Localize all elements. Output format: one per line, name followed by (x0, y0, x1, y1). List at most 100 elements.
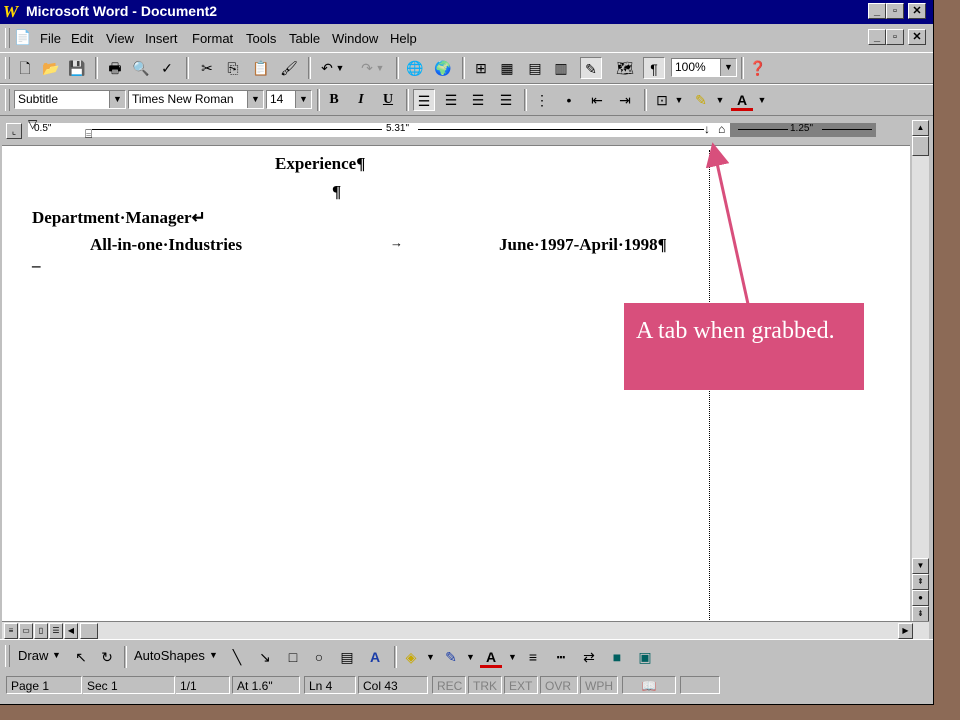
zoom-select[interactable]: 100% ▼ (671, 58, 737, 77)
style-select[interactable]: Subtitle ▼ (14, 90, 126, 109)
right-indent-icon[interactable]: ⌂ (718, 122, 725, 136)
line-color-icon[interactable]: ✎ (440, 646, 462, 668)
chevron-down-icon[interactable]: ▼ (508, 652, 517, 662)
print-icon[interactable]: 🖶 (104, 57, 126, 79)
font-size-select[interactable]: 14 ▼ (266, 90, 312, 109)
menu-window[interactable]: Window (332, 31, 378, 46)
next-page-icon[interactable]: ⇟ (912, 606, 929, 622)
italic-button[interactable]: I (350, 89, 372, 111)
document-map-icon[interactable]: 🗺 (614, 57, 636, 79)
numbering-icon[interactable]: ⋮ (531, 89, 553, 111)
scroll-down-icon[interactable]: ▼ (912, 558, 929, 574)
word-app-icon[interactable]: W (3, 3, 21, 21)
shadow-icon[interactable]: ■ (606, 646, 628, 668)
grabbed-tab-stop-icon[interactable]: ↓ (704, 122, 710, 136)
draw-menu-button[interactable]: Draw (18, 648, 48, 663)
new-document-icon[interactable]: 🗋 (14, 57, 36, 79)
3d-icon[interactable]: ▣ (634, 646, 656, 668)
status-wph[interactable]: WPH (580, 676, 618, 694)
normal-view-icon[interactable]: ≡ (4, 623, 18, 639)
bullets-icon[interactable]: • (558, 89, 580, 111)
print-preview-icon[interactable]: 🔍 (130, 57, 152, 79)
menu-insert[interactable]: Insert (145, 31, 178, 46)
chevron-down-icon[interactable]: ▼ (247, 91, 263, 108)
open-folder-icon[interactable]: 📂 (40, 57, 62, 79)
align-right-icon[interactable]: ☰ (467, 89, 489, 111)
menu-format[interactable]: Format (192, 31, 233, 46)
font-color-icon[interactable]: A (731, 89, 753, 111)
chevron-down-icon[interactable]: ▼ (426, 652, 435, 662)
chevron-down-icon[interactable]: ▼ (209, 650, 218, 660)
outline-view-icon[interactable]: ☰ (49, 623, 63, 639)
cut-icon[interactable]: ✂ (196, 57, 218, 79)
office-assistant-icon[interactable]: ❓ (747, 57, 769, 79)
chevron-down-icon[interactable]: ▼ (466, 652, 475, 662)
wordart-icon[interactable]: A (364, 646, 386, 668)
arrow-icon[interactable]: ↘ (254, 646, 276, 668)
fill-color-icon[interactable]: ◈ (400, 646, 422, 668)
line-icon[interactable]: ╲ (226, 646, 248, 668)
free-rotate-icon[interactable]: ↻ (96, 646, 118, 668)
status-ovr[interactable]: OVR (540, 676, 578, 694)
insert-hyperlink-icon[interactable]: 🌐 (404, 57, 426, 79)
columns-icon[interactable]: ▥ (550, 57, 572, 79)
align-left-icon[interactable]: ☰ (413, 89, 435, 111)
doc-restore-button[interactable]: ▫ (886, 29, 904, 45)
menu-view[interactable]: View (106, 31, 134, 46)
tables-borders-icon[interactable]: ⊞ (470, 57, 492, 79)
insert-table-icon[interactable]: ▦ (496, 57, 518, 79)
menu-edit[interactable]: Edit (71, 31, 93, 46)
menu-help[interactable]: Help (390, 31, 417, 46)
undo-dropdown-icon[interactable]: ▼ (334, 57, 346, 79)
line-style-icon[interactable]: ≡ (522, 646, 544, 668)
arrow-style-icon[interactable]: ⇄ (578, 646, 600, 668)
autoshapes-menu-button[interactable]: AutoShapes (134, 648, 205, 663)
drawing-icon[interactable]: ✎ (580, 57, 602, 79)
spelling-icon[interactable]: ✓ (156, 57, 178, 79)
insert-excel-icon[interactable]: ▤ (524, 57, 546, 79)
spelling-status-icon[interactable]: 📖 (622, 676, 676, 694)
minimize-button[interactable]: _ (868, 3, 886, 19)
paste-icon[interactable]: 📋 (250, 57, 272, 79)
scroll-left-icon[interactable]: ◀ (64, 623, 78, 639)
toolbar-grip[interactable] (5, 57, 10, 79)
chevron-down-icon[interactable]: ▼ (109, 91, 125, 108)
document-icon[interactable]: 📄 (14, 29, 31, 46)
justify-icon[interactable]: ☰ (495, 89, 517, 111)
text-box-icon[interactable]: ▤ (336, 646, 358, 668)
print-layout-icon[interactable]: ▯ (34, 623, 48, 639)
chevron-down-icon[interactable]: ▼ (295, 91, 311, 108)
toolbar-grip[interactable] (5, 89, 10, 111)
format-painter-icon[interactable]: 🖌 (278, 57, 300, 79)
chevron-down-icon[interactable]: ▼ (720, 59, 736, 76)
chevron-down-icon[interactable]: ▼ (714, 89, 726, 111)
dash-style-icon[interactable]: ┅ (550, 646, 572, 668)
save-icon[interactable]: 💾 (66, 57, 88, 79)
decrease-indent-icon[interactable]: ⇤ (586, 89, 608, 111)
increase-indent-icon[interactable]: ⇥ (614, 89, 636, 111)
highlight-icon[interactable]: ✎ (690, 89, 712, 111)
menu-tools[interactable]: Tools (246, 31, 276, 46)
vertical-scrollbar[interactable]: ▲ ▼ ⇞ ● ⇟ (912, 120, 929, 622)
font-color-icon[interactable]: A (480, 646, 502, 668)
chevron-down-icon[interactable]: ▼ (673, 89, 685, 111)
scroll-right-icon[interactable]: ▶ (898, 623, 913, 639)
status-trk[interactable]: TRK (468, 676, 502, 694)
close-button[interactable]: ✕ (908, 3, 926, 19)
status-rec[interactable]: REC (432, 676, 466, 694)
chevron-down-icon[interactable]: ▼ (756, 89, 768, 111)
horizontal-scrollbar[interactable]: ≡ ▭ ▯ ☰ ◀ ▶ (2, 621, 929, 639)
rectangle-icon[interactable]: □ (282, 646, 304, 668)
chevron-down-icon[interactable]: ▼ (52, 650, 61, 660)
menu-table[interactable]: Table (289, 31, 320, 46)
browse-object-icon[interactable]: ● (912, 590, 929, 606)
tab-selector-icon[interactable]: ⌞ (6, 123, 22, 139)
web-layout-icon[interactable]: ▭ (19, 623, 33, 639)
align-center-icon[interactable]: ☰ (440, 89, 462, 111)
borders-icon[interactable]: ⊡ (651, 89, 673, 111)
scroll-thumb[interactable] (912, 136, 929, 156)
copy-icon[interactable]: ⎘ (222, 57, 244, 79)
menubar-grip[interactable] (5, 28, 10, 48)
font-select[interactable]: Times New Roman ▼ (128, 90, 264, 109)
menu-file[interactable]: File (40, 31, 61, 46)
